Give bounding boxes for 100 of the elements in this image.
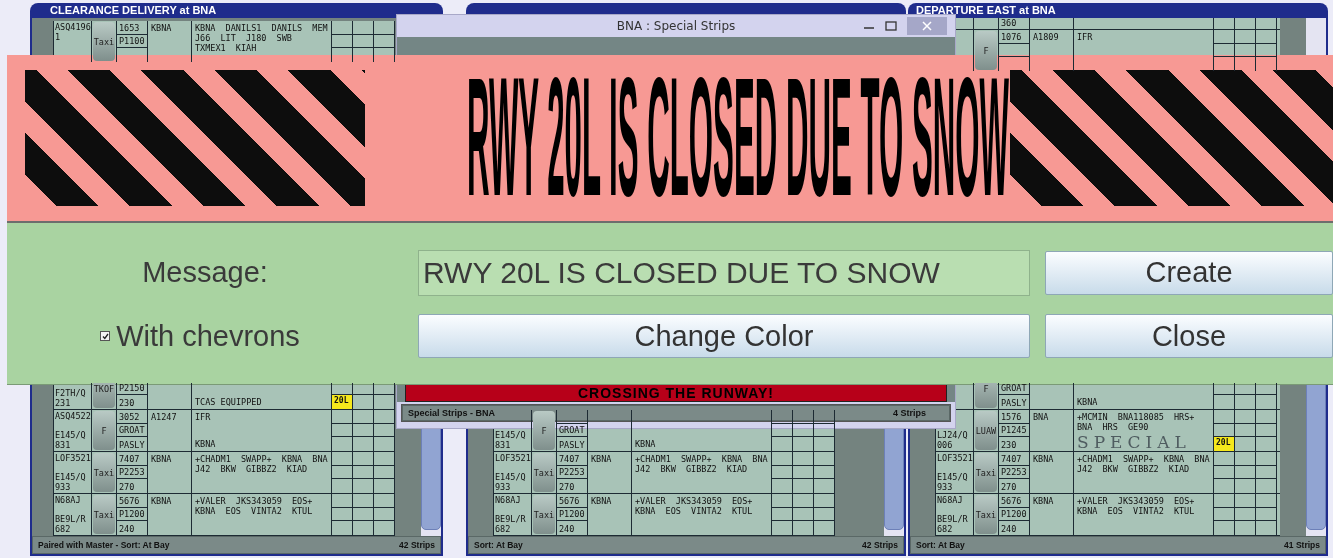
strip-status-button[interactable]: F (975, 31, 997, 70)
strip-cell: P2253 (559, 467, 585, 478)
strip-cell: 230 (1001, 440, 1017, 450)
strip-cell: 270 (559, 482, 575, 492)
callsign-text: N68AJ (55, 495, 82, 505)
strip-status-button[interactable]: F (93, 411, 115, 450)
strip-cell: P1200 (119, 509, 145, 520)
flight-strip[interactable]: N68AJ BE9L/R 682 Taxi 5676 P1200 240 KBNA +VALER JKS343059 EOS+ KBNA EOS VINTA2 KTUL (53, 494, 395, 536)
callsign-text: N68AJ (937, 495, 964, 505)
window-status-label: Special Strips - BNA (408, 408, 496, 418)
sort-label: Paired with Master - Sort: At Bay (38, 540, 170, 550)
sort-label: Sort: At Bay (474, 540, 523, 550)
strip-status-button[interactable]: TKOF (93, 383, 115, 408)
special-strip-text: CROSSING THE RUNWAY! (577, 386, 775, 401)
banner-text: RWY 20L IS CLOSED DUE TO SNOW (466, 72, 1009, 204)
airport-code: KBNA (591, 496, 612, 506)
route-text: IFR (1077, 32, 1094, 42)
remark-text: KBNA (195, 439, 217, 449)
strip-cell: 270 (1001, 482, 1017, 492)
callsign-text: LOF3521 (495, 453, 530, 463)
bay-title: CLEARANCE DELIVERY at BNA (50, 4, 217, 16)
create-button[interactable]: Create (1045, 250, 1333, 295)
strip-cell: GROAT (119, 425, 145, 436)
airport-code: KBNA (151, 454, 172, 464)
strip-cell: 7407 (559, 453, 580, 464)
strip-number: 933 (55, 482, 72, 492)
callsign-text: LOF3521 (937, 453, 972, 463)
airport-code: KBNA (1033, 496, 1054, 506)
remark-text: KBNA (1077, 397, 1099, 407)
strip-number: 682 (937, 524, 954, 534)
flight-strip[interactable]: N68AJ BE9L/R 682 Taxi 5676 P1200 240 KBNA +VALER JKS343059 EOS+ KBNA EOS VINTA2 KTUL (935, 494, 1280, 536)
strip-cell: 1653 (119, 22, 140, 33)
close-button[interactable]: Close (1045, 314, 1333, 359)
strip-status-button[interactable]: Taxi (93, 453, 115, 492)
strip-cell: 240 (559, 524, 575, 534)
route-text: KBNA DANILS1 DANILS MEM J66 LIT J180 SWB TXMEX1 KIAH (195, 23, 328, 53)
aircraft-type: E145/Q (495, 430, 527, 440)
strip-status-button[interactable]: Taxi (93, 495, 115, 534)
strip-status-button[interactable]: Taxi (93, 22, 115, 61)
strip-cell: GROAT (1001, 383, 1027, 394)
remark-text: TCAS EQUIPPED (195, 397, 263, 407)
strip-cell: P1100 (119, 36, 145, 47)
strip-status-button[interactable]: F (975, 383, 997, 408)
strip-number: 682 (55, 524, 72, 534)
strip-status-button[interactable]: Taxi (533, 453, 555, 492)
strip-cell: 5676 (1001, 495, 1022, 506)
message-field[interactable]: RWY 20L IS CLOSED DUE TO SNOW (418, 249, 1030, 296)
strip-status-button[interactable]: LUAW (975, 411, 997, 450)
strip-cell: P2150 (119, 383, 145, 394)
chevrons-checkbox[interactable] (100, 331, 111, 342)
airport-code: KBNA (1033, 454, 1054, 464)
flight-strip[interactable]: ASQ4522 E145/Q 831 F 3052 GROAT PASLY A1247 IFR KBNA (53, 410, 395, 452)
strip-cell: PASLY (1001, 398, 1027, 408)
close-icon (922, 21, 932, 31)
callsign-text: N68AJ (495, 495, 522, 505)
strip-status-button[interactable]: F (533, 411, 555, 450)
strip-status-button[interactable]: Taxi (533, 495, 555, 534)
flight-strip[interactable]: LOF3521 E145/Q 933 Taxi 7407 P2253 270 KBNA +CHADM1 SWAPP+ KBNA BNA J42 BKW GIBBZ2 KIAD (493, 452, 835, 494)
strip-cell: P1200 (1001, 509, 1027, 520)
strip-cell: PASLY (119, 440, 145, 450)
aircraft-type: E145/Q (937, 472, 969, 482)
route-text: +VALER JKS343059 EOS+ KBNA EOS VINTA2 KTUL (635, 496, 754, 516)
sort-label: Sort: At Bay (916, 540, 965, 550)
special-label: SPECIAL (1077, 434, 1191, 451)
flight-strip[interactable]: LJ24/Q 006 LUAW 1576 P1245 230 BNA +MCMIN BNA118085 HRS+ BNA HRS GE90 SPECIAL 20L (935, 410, 1280, 452)
route-text: +CHADM1 SWAPP+ KBNA BNA J42 BKW GIBBZ2 KIAD (1077, 454, 1210, 474)
strip-note: 1 (55, 32, 62, 42)
route-text: +MCMIN BNA118085 HRS+ BNA HRS GE90 (1077, 412, 1196, 432)
strip-cell: 7407 (119, 453, 140, 464)
strip-number: 831 (495, 440, 512, 450)
strip-number: 933 (495, 482, 512, 492)
chevrons-label: With chevrons (116, 319, 300, 353)
flight-strip[interactable]: LOF3521 E145/Q 933 Taxi 7407 P2253 270 KBNA +CHADM1 SWAPP+ KBNA BNA J42 BKW GIBBZ2 KIAD (53, 452, 395, 494)
aircraft-type: BE9L/R (495, 514, 527, 524)
route-text: +VALER JKS343059 EOS+ KBNA EOS VINTA2 KTUL (1077, 496, 1196, 516)
airport-code: A1247 (151, 412, 177, 422)
airport-code: KBNA (591, 454, 612, 464)
strip-status-button[interactable]: Taxi (975, 453, 997, 492)
strip-number: 231 (55, 398, 72, 408)
strip-number: 831 (55, 440, 72, 450)
aircraft-type: E145/Q (495, 472, 527, 482)
strip-number: 933 (937, 482, 954, 492)
maximize-icon[interactable] (885, 20, 897, 32)
strip-cell: 230 (119, 398, 135, 408)
strip-cell: P1245 (1001, 425, 1027, 436)
flight-strip[interactable]: N68AJ BE9L/R 682 Taxi 5676 P1200 240 KBNA +VALER JKS343059 EOS+ KBNA EOS VINTA2 KTUL (493, 494, 835, 536)
flight-strip[interactable]: LOF3521 E145/Q 933 Taxi 7407 P2253 270 KBNA +CHADM1 SWAPP+ KBNA BNA J42 BKW GIBBZ2 KIAD (935, 452, 1280, 494)
route-text: +CHADM1 SWAPP+ KBNA BNA J42 BKW GIBBZ2 KIAD (635, 454, 768, 474)
callsign-text: ASQ4196 (55, 22, 90, 32)
callsign-text: ASQ4522 (55, 411, 90, 421)
message-label: Message: (142, 256, 268, 290)
strip-number: 682 (495, 524, 512, 534)
strip-cell: 7407 (1001, 453, 1022, 464)
strip-cell: GROAT (559, 425, 585, 436)
route-text: IFR (195, 412, 212, 422)
airport-code: KBNA (151, 23, 172, 33)
flight-strip[interactable]: F2TH/Q 231 TKOF P2150 230 TCAS EQUIPPED 20L (53, 383, 395, 410)
strip-status-button[interactable]: Taxi (975, 495, 997, 534)
change-color-button[interactable]: Change Color (418, 314, 1030, 359)
strip-count: 4 Strips (893, 408, 926, 418)
